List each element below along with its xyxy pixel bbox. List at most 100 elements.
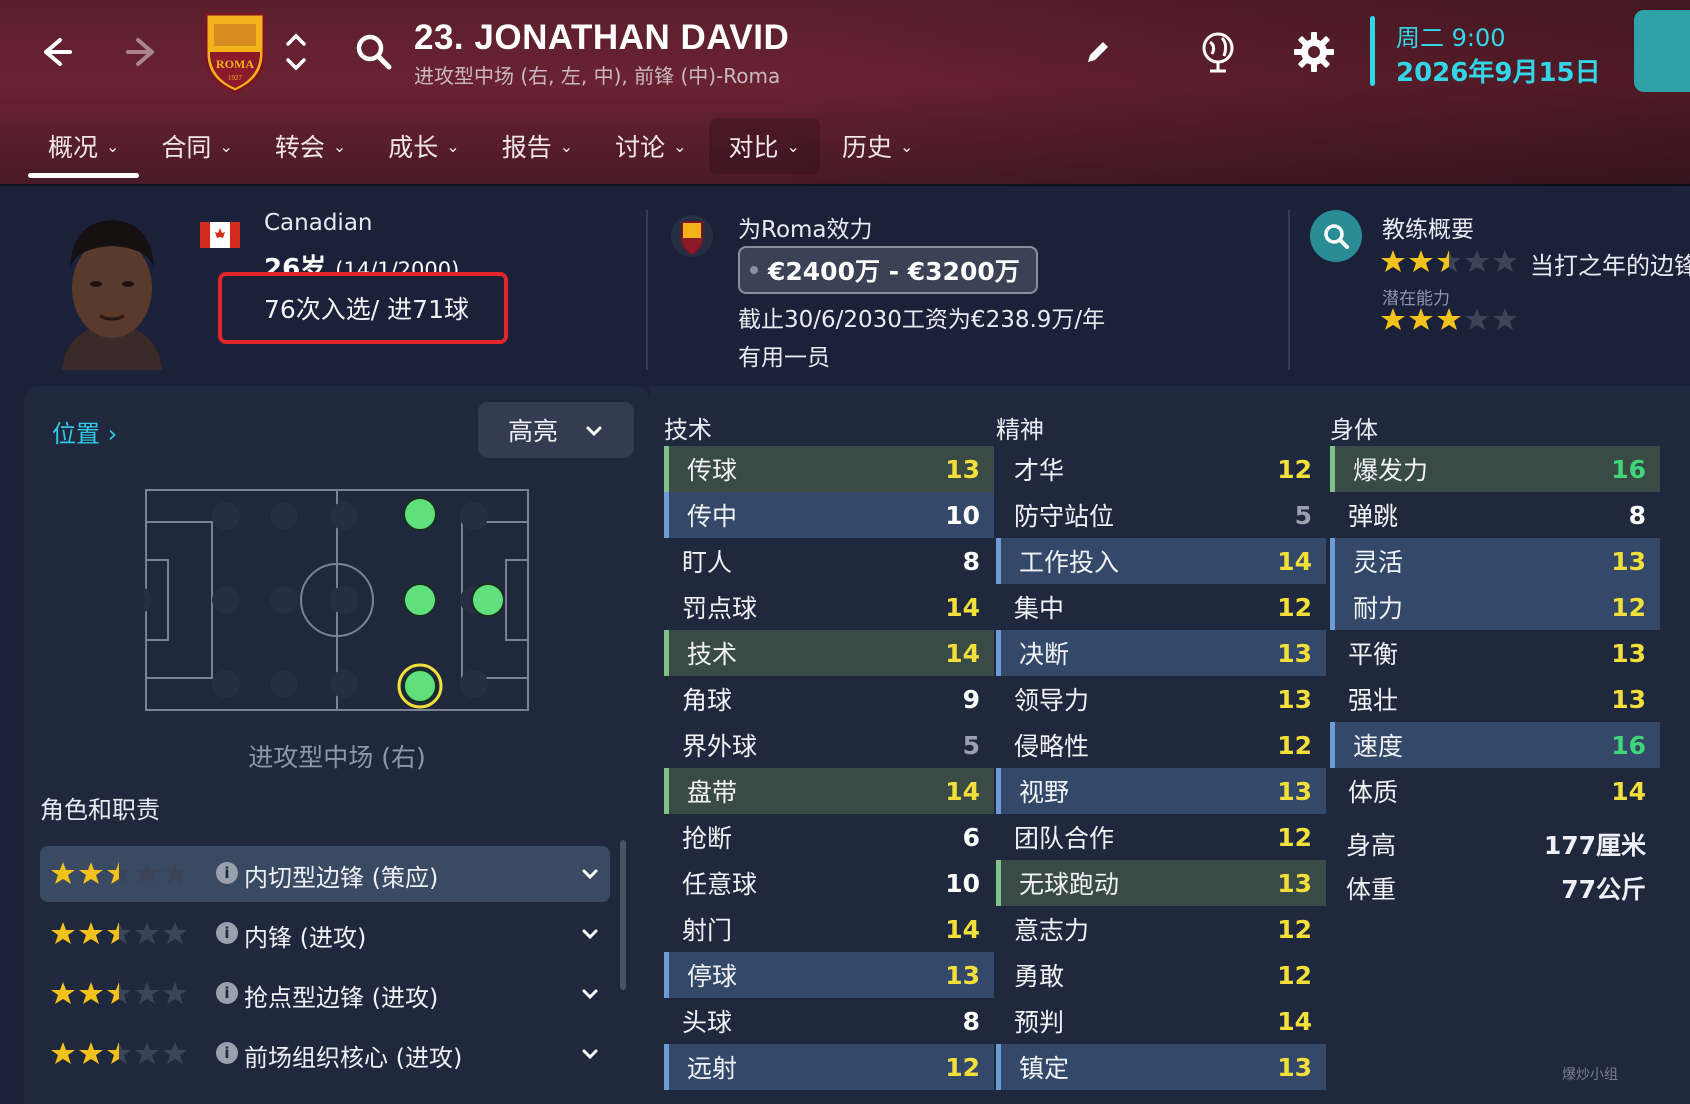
attribute-row[interactable]: 无球跑动 13 <box>996 860 1326 906</box>
position-dot <box>471 583 505 617</box>
star-icon <box>51 1042 75 1064</box>
attribute-row[interactable]: 才华 12 <box>996 446 1326 492</box>
attribute-row[interactable]: 视野 13 <box>996 768 1326 814</box>
attribute-row[interactable]: 预判 14 <box>996 998 1326 1044</box>
info-icon[interactable]: i <box>216 1042 238 1064</box>
attribute-name: 领导力 <box>1014 686 1090 715</box>
attribute-name: 防守站位 <box>1014 502 1115 531</box>
attribute-row[interactable]: 传中 10 <box>664 492 994 538</box>
back-arrow-icon[interactable] <box>32 28 80 76</box>
attribute-row[interactable]: 任意球 10 <box>664 860 994 906</box>
chevron-down-icon[interactable] <box>580 1044 600 1068</box>
edit-pencil-icon[interactable] <box>1072 26 1124 78</box>
attribute-row[interactable]: 平衡 13 <box>1330 630 1660 676</box>
potential-ability-stars <box>1380 306 1520 332</box>
attribute-row[interactable]: 技术 14 <box>664 630 994 676</box>
info-icon[interactable]: i <box>216 862 238 884</box>
attribute-row[interactable]: 盯人 8 <box>664 538 994 584</box>
attribute-name: 技术 <box>687 640 738 669</box>
attribute-row[interactable]: 耐力 12 <box>1330 584 1660 630</box>
position-dot[interactable] <box>403 669 437 703</box>
plays-for-label: 为Roma效力 <box>738 217 873 243</box>
role-row[interactable]: i 内锋 (进攻) <box>40 906 610 962</box>
attribute-row[interactable]: 停球 13 <box>664 952 994 998</box>
star-icon <box>79 982 103 1004</box>
attribute-row[interactable]: 团队合作 12 <box>996 814 1326 860</box>
attribute-row[interactable]: 工作投入 14 <box>996 538 1326 584</box>
club-badge-icon[interactable]: ROMA 1927 <box>200 10 270 94</box>
tab-contract[interactable]: 合同 ⌄ <box>141 118 252 174</box>
chevron-down-icon: ⌄ <box>559 136 574 156</box>
attribute-row[interactable]: 防守站位 5 <box>996 492 1326 538</box>
tab-discuss[interactable]: 讨论 ⌄ <box>595 118 706 174</box>
tab-reports[interactable]: 报告 ⌄ <box>482 118 593 174</box>
attribute-name: 预判 <box>1014 1008 1065 1037</box>
attribute-row[interactable]: 弹跳 8 <box>1330 492 1660 538</box>
info-icon[interactable]: i <box>216 982 238 1004</box>
settings-gear-icon[interactable] <box>1288 26 1340 78</box>
attribute-row[interactable]: 角球 9 <box>664 676 994 722</box>
chevron-down-icon: ⌄ <box>673 136 687 156</box>
attribute-row[interactable]: 集中 12 <box>996 584 1326 630</box>
transfer-value-pill[interactable]: €2400万 - €3200万 <box>738 246 1038 294</box>
attribute-row[interactable]: 领导力 13 <box>996 676 1326 722</box>
attribute-name: 无球跑动 <box>1019 870 1120 899</box>
player-switch-updown-icon[interactable] <box>282 26 310 78</box>
attribute-value: 5 <box>1294 500 1312 530</box>
positions-link[interactable]: 位置 › <box>52 414 117 449</box>
attribute-row[interactable]: 爆发力 16 <box>1330 446 1660 492</box>
attribute-row[interactable]: 灵活 13 <box>1330 538 1660 584</box>
chevron-down-icon <box>584 418 604 447</box>
attribute-name: 工作投入 <box>1019 548 1120 577</box>
attribute-row[interactable]: 界外球 5 <box>664 722 994 768</box>
attribute-row[interactable]: 盘带 14 <box>664 768 994 814</box>
attribute-row[interactable]: 侵略性 12 <box>996 722 1326 768</box>
player-positions-subtitle: 进攻型中场 (右, 左, 中), 前锋 (中)-Roma <box>414 64 781 88</box>
role-row[interactable]: i 内切型边锋 (策应) <box>40 846 610 902</box>
world-globe-icon[interactable] <box>1192 26 1244 78</box>
attribute-value: 9 <box>962 684 980 714</box>
attribute-value: 12 <box>1277 914 1312 944</box>
date-accent-bar <box>1370 16 1375 86</box>
tab-history[interactable]: 历史 ⌄ <box>822 118 933 174</box>
search-icon[interactable] <box>352 30 396 74</box>
role-row[interactable]: i 前场组织核心 (进攻) <box>40 1026 610 1082</box>
info-icon[interactable]: i <box>216 922 238 944</box>
chevron-down-icon: ⌄ <box>446 136 460 156</box>
attribute-row[interactable]: 传球 13 <box>664 446 994 492</box>
attribute-value: 14 <box>945 592 980 622</box>
attribute-row[interactable]: 抢断 6 <box>664 814 994 860</box>
attribute-row[interactable]: 意志力 12 <box>996 906 1326 952</box>
tab-compare[interactable]: 对比 ⌄ <box>708 118 820 174</box>
role-stars <box>50 920 190 946</box>
roles-scrollbar[interactable] <box>620 840 626 990</box>
attribute-row[interactable]: 决断 13 <box>996 630 1326 676</box>
attribute-row[interactable]: 勇敢 12 <box>996 952 1326 998</box>
chevron-down-icon[interactable] <box>580 984 600 1008</box>
attribute-row[interactable]: 速度 16 <box>1330 722 1660 768</box>
chevron-down-icon[interactable] <box>580 864 600 888</box>
star-icon <box>135 862 159 884</box>
highlight-dropdown[interactable]: 高亮 <box>478 402 634 458</box>
chevron-down-icon: ⌄ <box>786 136 800 156</box>
attribute-row[interactable]: 罚点球 14 <box>664 584 994 630</box>
attribute-row[interactable]: 镇定 13 <box>996 1044 1326 1090</box>
role-row[interactable]: i 抢点型边锋 (进攻) <box>40 966 610 1022</box>
tab-overview[interactable]: 概况 ⌄ <box>28 118 140 178</box>
forward-arrow-icon[interactable] <box>118 28 166 76</box>
attribute-row[interactable]: 远射 12 <box>664 1044 994 1090</box>
attribute-name: 传球 <box>687 456 738 485</box>
tab-development[interactable]: 成长 ⌄ <box>368 118 479 174</box>
attribute-value: 12 <box>1277 454 1312 484</box>
chevron-down-icon[interactable] <box>580 924 600 948</box>
attribute-row[interactable]: 强壮 13 <box>1330 676 1660 722</box>
attribute-row[interactable]: 体质 14 <box>1330 768 1660 814</box>
attribute-name: 强壮 <box>1348 686 1399 715</box>
attribute-name: 头球 <box>682 1008 733 1037</box>
attribute-row[interactable]: 射门 14 <box>664 906 994 952</box>
info-divider <box>1288 210 1290 370</box>
continue-button[interactable] <box>1634 10 1690 92</box>
attribute-row[interactable]: 头球 8 <box>664 998 994 1044</box>
coach-search-icon[interactable] <box>1310 210 1362 262</box>
tab-transfer[interactable]: 转会 ⌄ <box>255 118 366 174</box>
